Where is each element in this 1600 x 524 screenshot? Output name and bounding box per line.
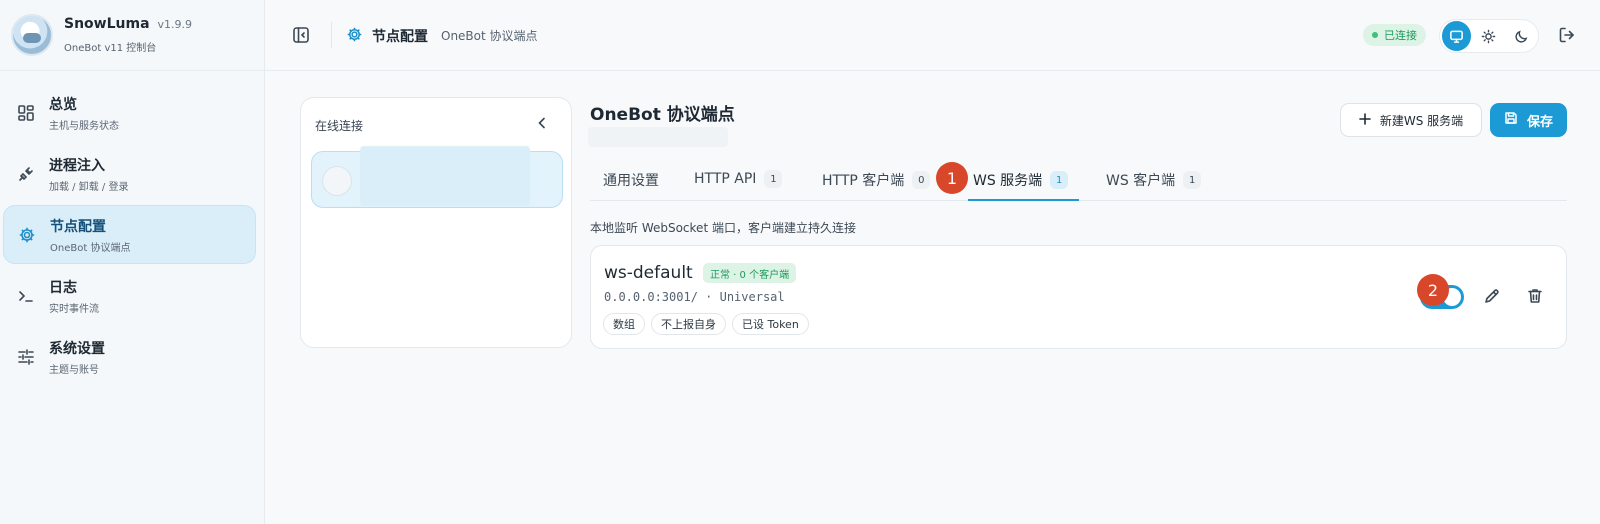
plus-icon: [1359, 112, 1371, 128]
save-icon: [1504, 111, 1518, 129]
sidebar-item-label: 进程注入: [49, 157, 105, 174]
tab-ws-client[interactable]: WS 客户端 1: [1106, 170, 1202, 190]
sidebar-item-settings[interactable]: 系统设置 主题与账号: [3, 327, 256, 386]
avatar: [322, 166, 352, 196]
sidebar-nav: 总览 主机与服务状态 进程注入 加载 / 卸载 / 登录 节点配置 OneBot…: [0, 71, 264, 386]
connection-status-badge: 已连接: [1363, 24, 1426, 46]
new-ws-server-label: 新建WS 服务端: [1379, 113, 1464, 128]
pencil-icon[interactable]: [1483, 287, 1501, 309]
sidebar-item-label: 总览: [49, 96, 77, 113]
tag-chip: 数组: [603, 313, 645, 335]
tab-count-badge: 1: [1050, 171, 1069, 189]
plug-icon: [16, 164, 36, 184]
app-version: v1.9.9: [157, 18, 193, 31]
theme-switcher: [1439, 19, 1539, 53]
sidebar-item-sub: 主机与服务状态: [49, 120, 119, 132]
sun-icon[interactable]: [1474, 21, 1503, 51]
sidebar-item-sub: 主题与账号: [49, 364, 99, 376]
tag-chip: 已设 Token: [732, 313, 809, 335]
ws-server-tags: 数组 不上报自身 已设 Token: [603, 313, 809, 335]
app-subtitle: OneBot v11 控制台: [64, 43, 157, 54]
sidebar-item-sub: OneBot 协议端点: [50, 242, 131, 254]
sidebar-item-label: 系统设置: [49, 340, 105, 357]
save-button[interactable]: 保存: [1490, 103, 1567, 137]
sliders-icon: [16, 347, 36, 367]
tab-ws-server[interactable]: WS 服务端 1: [973, 170, 1069, 190]
ws-server-name: ws-default: [604, 263, 693, 283]
annotation-marker-1: 1: [936, 162, 968, 194]
tab-label: WS 服务端: [973, 173, 1043, 189]
tab-label: 通用设置: [603, 173, 659, 189]
top-header: 节点配置 OneBot 协议端点 已连接: [265, 0, 1600, 71]
sidebar-item-label: 日志: [49, 279, 77, 296]
tab-label: WS 客户端: [1106, 173, 1176, 189]
moon-icon[interactable]: [1507, 21, 1536, 51]
config-tabs: 通用设置 HTTP API 1 HTTP 客户端 0 WS 服务端 1 WS 客…: [590, 160, 1567, 201]
section-title: OneBot 协议端点: [590, 105, 735, 125]
tab-count-badge: 1: [764, 170, 783, 188]
connections-title: 在线连接: [315, 119, 364, 133]
logout-icon[interactable]: [1558, 26, 1576, 48]
status-text: 已连接: [1384, 29, 1417, 42]
save-label: 保存: [1526, 114, 1553, 130]
header-divider: [331, 22, 332, 48]
section-description: 本地监听 WebSocket 端口，客户端建立持久连接: [590, 221, 856, 235]
gear-icon: [17, 225, 37, 245]
tag-chip: 不上报自身: [651, 313, 726, 335]
tab-http-client[interactable]: HTTP 客户端 0: [822, 170, 931, 190]
sidebar-item-label: 节点配置: [50, 218, 106, 235]
sidebar-item-injection[interactable]: 进程注入 加载 / 卸载 / 登录: [3, 144, 256, 203]
gear-icon: [346, 26, 363, 47]
chevron-left-icon[interactable]: [534, 115, 550, 135]
redacted-subtitle: [588, 127, 728, 147]
connection-card[interactable]: [311, 146, 563, 208]
tab-http-api[interactable]: HTTP API 1: [694, 170, 783, 188]
new-ws-server-button[interactable]: 新建WS 服务端: [1340, 103, 1482, 137]
trash-icon[interactable]: [1526, 287, 1544, 309]
app-name: SnowLuma: [64, 16, 150, 32]
tab-count-badge: 1: [1183, 171, 1202, 189]
brand: SnowLuma v1.9.9 OneBot v11 控制台: [0, 0, 264, 71]
tab-count-badge: 0: [912, 171, 931, 189]
ws-server-address: 0.0.0.0:3001/ · Universal: [604, 290, 785, 304]
page-subtitle: OneBot 协议端点: [441, 29, 538, 43]
status-badge: 正常 · 0 个客户端: [703, 263, 797, 283]
sidebar: SnowLuma v1.9.9 OneBot v11 控制台 总览 主机与服务状…: [0, 0, 265, 524]
sidebar-item-sub: 加载 / 卸载 / 登录: [49, 181, 129, 193]
page-title: 节点配置: [372, 29, 428, 45]
sidebar-toggle-icon[interactable]: [291, 25, 311, 45]
redacted-account-info: [360, 146, 530, 206]
tab-general[interactable]: 通用设置: [603, 170, 659, 190]
app-logo: [11, 14, 53, 56]
status-dot: [1372, 32, 1378, 38]
tab-label: HTTP 客户端: [822, 173, 905, 189]
active-tab-indicator: [968, 199, 1079, 201]
sidebar-item-sub: 实时事件流: [49, 303, 99, 315]
terminal-icon: [16, 286, 36, 306]
tab-label: HTTP API: [694, 171, 757, 187]
online-connections-panel: 在线连接: [300, 97, 572, 348]
dashboard-grid-icon: [16, 103, 36, 123]
sidebar-item-overview[interactable]: 总览 主机与服务状态: [3, 83, 256, 142]
sidebar-item-node-config[interactable]: 节点配置 OneBot 协议端点: [3, 205, 256, 264]
monitor-icon[interactable]: [1442, 21, 1472, 51]
annotation-marker-2: 2: [1417, 274, 1449, 306]
sidebar-item-logs[interactable]: 日志 实时事件流: [3, 266, 256, 325]
